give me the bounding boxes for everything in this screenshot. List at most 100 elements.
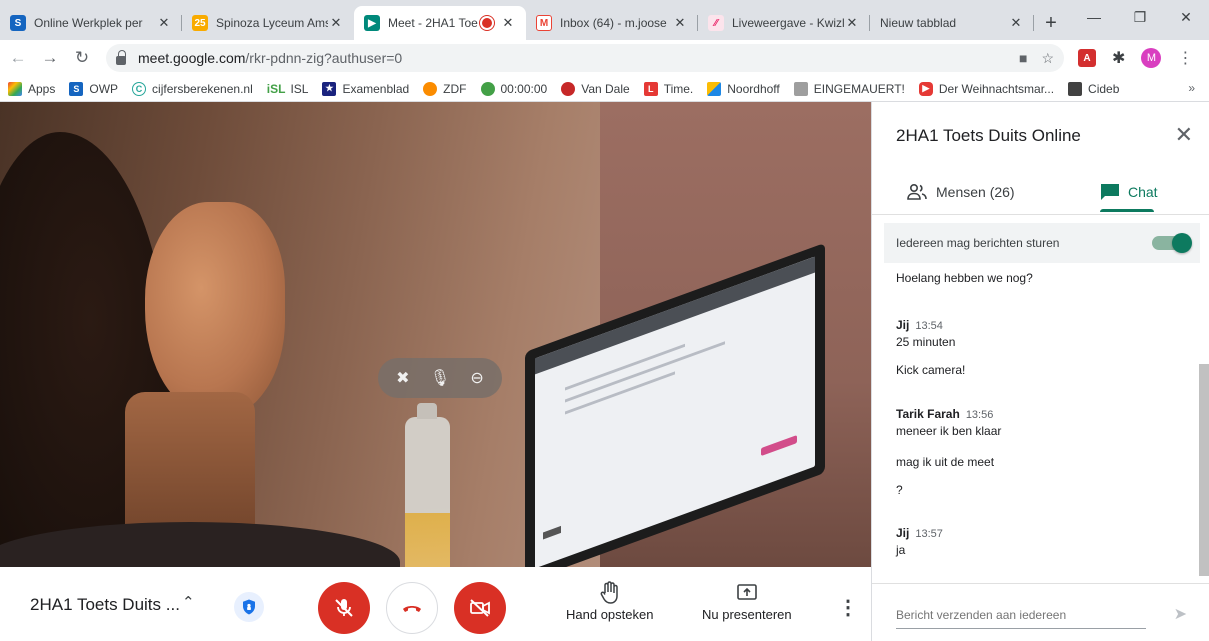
tab-chat[interactable]: Chat [1100, 170, 1158, 214]
pin-icon[interactable]: ✖ [396, 368, 409, 388]
close-tab-icon[interactable]: ✕ [500, 15, 516, 31]
bookmark-label: Van Dale [581, 81, 630, 96]
allow-messages-toggle[interactable] [1152, 233, 1192, 253]
mute-participant-icon[interactable]: 🎙 [430, 368, 450, 388]
send-message-icon[interactable]: ➤ [1174, 604, 1187, 624]
message-text: ja [896, 543, 906, 557]
bookmark-label: EINGEMAUERT! [813, 81, 905, 96]
close-tab-icon[interactable]: ✕ [156, 15, 172, 31]
meeting-details-button[interactable]: 2HA1 Toets Duits ... [30, 595, 180, 615]
raise-hand-button[interactable]: Hand opsteken [566, 579, 653, 622]
vandale-icon [561, 81, 576, 96]
address-bar[interactable]: meet.google.com/rkr-pdnn-zig?authuser=0 … [106, 44, 1064, 72]
bookmark-label: Cideb [1088, 81, 1120, 96]
youtube-icon: ▶ [918, 81, 933, 96]
close-tab-icon[interactable]: ✕ [328, 15, 344, 31]
host-controls-shield-icon[interactable] [234, 592, 264, 622]
recording-indicator-icon [482, 18, 492, 28]
extensions-puzzle-icon[interactable]: ✱ [1112, 48, 1125, 68]
minimize-icon[interactable]: — [1071, 0, 1117, 34]
bookmark-zdf[interactable]: ZDF [423, 81, 467, 96]
reload-icon[interactable]: ↻ [68, 48, 96, 68]
close-tab-icon[interactable]: ✕ [844, 15, 860, 31]
bookmark-cijfersberekenen[interactable]: C cijfersberekenen.nl [132, 81, 253, 96]
bookmark-cideb[interactable]: Cideb [1068, 81, 1120, 96]
browser-tab-owp[interactable]: S Online Werkplek per ✕ [0, 6, 182, 40]
browser-tab-new[interactable]: Nieuw tabblad ✕ [870, 6, 1034, 40]
bookmark-noordhoff[interactable]: Noordhoff [707, 81, 780, 96]
restore-icon[interactable]: ❐ [1117, 0, 1163, 34]
bookmark-label: cijfersberekenen.nl [152, 81, 253, 96]
chat-message-group: Jij 13:57 ja [896, 526, 943, 557]
more-options-icon[interactable]: ⋮ [838, 595, 858, 620]
forward-icon[interactable]: → [36, 48, 64, 68]
bookmark-owp[interactable]: S OWP [69, 81, 119, 96]
camera-off-icon [470, 599, 490, 617]
close-tab-icon[interactable]: ✕ [672, 15, 688, 31]
message-time: 13:57 [915, 528, 943, 540]
bookmark-label: Der Weihnachtsmar... [938, 81, 1055, 96]
bookmark-vandale[interactable]: Van Dale [561, 81, 630, 96]
hand-icon [599, 579, 621, 607]
chevron-up-icon[interactable]: ⌃ [182, 593, 195, 611]
chat-tab-label: Chat [1128, 184, 1158, 200]
examenblad-icon: ★ [322, 81, 337, 96]
meet-control-bar: 2HA1 Toets Duits ... ⌃ Hand opsteken Nu … [0, 567, 871, 641]
bookmarks-overflow-icon[interactable]: » [1188, 81, 1195, 95]
bookmark-isl[interactable]: iSL ISL [267, 82, 309, 96]
browser-tab-kwizl[interactable]: ⁄⁄ Liveweergave - Kwizl ✕ [698, 6, 870, 40]
allow-messages-label: Iedereen mag berichten sturen [896, 236, 1060, 250]
bookmark-apps[interactable]: Apps [8, 81, 55, 96]
bookmark-label: ZDF [443, 81, 467, 96]
timer-icon [480, 81, 495, 96]
bookmark-time[interactable]: L Time. [643, 81, 693, 96]
bookmark-examenblad[interactable]: ★ Examenblad [322, 81, 410, 96]
bookmark-timer[interactable]: 00:00:00 [480, 81, 547, 96]
calendar-favicon-icon: 25 [192, 15, 208, 31]
participant-video[interactable]: ✖ 🎙 ⊖ [0, 102, 871, 567]
chat-message-input[interactable] [896, 608, 1146, 622]
owp-favicon-icon: S [10, 15, 26, 31]
eingemauert-icon [793, 81, 808, 96]
profile-avatar[interactable]: M [1141, 48, 1162, 68]
camera-in-use-icon[interactable]: ■ [1019, 50, 1027, 67]
browser-tab-spinoza[interactable]: 25 Spinoza Lyceum Ams ✕ [182, 6, 354, 40]
bookmark-label: Examenblad [342, 81, 410, 96]
microphone-off-button[interactable] [318, 582, 370, 634]
browser-tab-strip: S Online Werkplek per ✕ 25 Spinoza Lyceu… [0, 0, 1209, 40]
present-now-button[interactable]: Nu presenteren [702, 579, 792, 622]
apps-grid-icon [8, 81, 22, 96]
people-tab-label: Mensen (26) [936, 184, 1015, 200]
noordhoff-icon [707, 81, 722, 96]
browser-tab-gmail[interactable]: M Inbox (64) - m.joose ✕ [526, 6, 698, 40]
close-window-icon[interactable]: ✕ [1163, 0, 1209, 34]
browser-toolbar: ← → ↻ meet.google.com/rkr-pdnn-zig?authu… [0, 40, 1209, 76]
chat-compose: ➤ [872, 583, 1209, 641]
message-sender: Jij [896, 526, 910, 540]
tab-title: Meet - 2HA1 Toe [388, 16, 478, 30]
tab-people[interactable]: Mensen (26) [906, 170, 1015, 214]
close-panel-icon[interactable]: ✕ [1175, 122, 1193, 148]
browser-menu-icon[interactable]: ⋮ [1177, 48, 1193, 68]
remove-participant-icon[interactable]: ⊖ [470, 368, 483, 388]
bookmark-label: ISL [290, 81, 309, 96]
tab-title: Nieuw tabblad [880, 16, 957, 30]
close-tab-icon[interactable]: ✕ [1008, 15, 1024, 31]
bookmark-label: OWP [89, 81, 119, 96]
chat-message: Kick camera! [896, 363, 966, 377]
message-sender: Tarik Farah [896, 407, 960, 421]
bookmark-eingemauert[interactable]: EINGEMAUERT! [793, 81, 905, 96]
time-icon: L [643, 81, 658, 96]
message-time: 13:56 [965, 409, 994, 421]
chat-message-group: Tarik Farah 13:56 meneer ik ben klaar [896, 407, 1001, 438]
browser-tab-meet[interactable]: ▶ Meet - 2HA1 Toe ✕ [354, 6, 526, 40]
bookmark-weihnachtsmarkt[interactable]: ▶ Der Weihnachtsmar... [918, 81, 1055, 96]
camera-off-button[interactable] [454, 582, 506, 634]
pdf-extension-icon[interactable]: A [1078, 49, 1096, 67]
bookmark-star-icon[interactable]: ☆ [1041, 50, 1054, 67]
leave-call-button[interactable] [386, 582, 438, 634]
chat-message: mag ik uit de meet [896, 455, 995, 469]
back-icon[interactable]: ← [4, 48, 32, 68]
chat-scrollbar[interactable] [1199, 364, 1209, 576]
new-tab-button[interactable]: + [1034, 6, 1068, 40]
